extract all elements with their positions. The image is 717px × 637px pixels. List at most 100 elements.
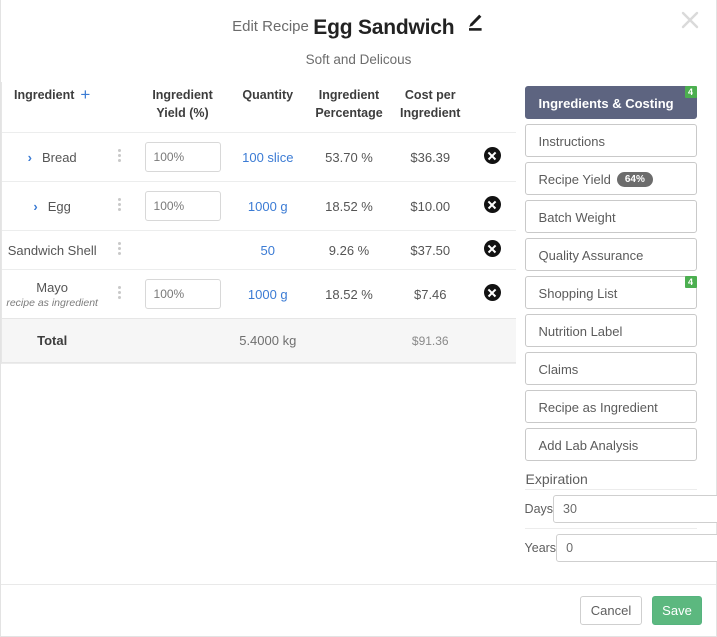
table-row: › Egg 1000 g 18.52 %$10.00 [2,181,516,231]
ingredient-yield-cell [136,181,229,231]
total-quantity: 5.4000 kg [228,318,307,364]
save-button[interactable]: Save [652,596,702,625]
side-panel: Ingredients & Costing 4 Instructions Recipe… [516,82,717,567]
table-body: › Bread 100 slice 53.70 %$36.39 › Egg 1000 g 18… [2,132,516,319]
ingredient-yield-input[interactable] [144,191,221,222]
chevron-right-icon[interactable]: › [28,150,32,165]
column-header-yield: Ingredient Yield (%) [136,82,228,133]
delete-row-icon[interactable] [483,147,501,165]
expiration-title: Expiration [525,471,588,487]
side-panel-item-quality-assurance[interactable]: Quality Assurance [524,238,697,271]
cost-per-ingredient: $7.46 [391,269,470,319]
delete-cell [469,132,516,182]
ingredient-name: Mayo [36,279,69,295]
delete-cell [469,181,516,231]
close-icon[interactable] [672,2,708,38]
column-header-percentage: Ingredient Percentage [307,82,391,133]
side-panel-item-instructions[interactable]: Instructions [524,124,697,157]
total-row: Total 5.4000 kg $91.36 [2,318,516,364]
ingredient-yield-cell [136,269,229,319]
side-panel-item-ingredients-costing[interactable]: Ingredients & Costing 4 [524,86,697,119]
ingredient-name-cell: Sandwich Shell [2,230,103,270]
row-handle-cell [102,181,137,231]
ingredient-name: Sandwich Shell [7,242,97,258]
expiration-days-input[interactable] [553,495,717,523]
ingredient-percentage: 18.52 % [306,269,392,319]
drag-handle-icon[interactable] [117,284,121,301]
table-total-body: Total 5.4000 kg $91.36 [2,318,516,364]
modal-body: Ingredient + Ingredient Yield (%) Quantit… [1,82,717,567]
expiration-years-row: Years [524,528,717,567]
ingredient-percentage: 9.26 % [306,230,392,270]
column-label-pct-line2: Percentage [315,106,383,121]
column-header-delete [469,82,515,133]
recipe-name: Egg Sandwich [313,16,455,39]
delete-row-icon[interactable] [483,284,501,302]
drag-handle-icon[interactable] [117,196,121,213]
column-header-handle [102,82,136,133]
delete-row-icon[interactable] [483,240,501,258]
add-ingredient-icon[interactable]: + [80,86,90,103]
quantity-cell: 1000 g [228,181,307,231]
side-panel-item-claims[interactable]: Claims [524,352,697,385]
expiration-days-label: Days [524,502,554,516]
cancel-button[interactable]: Cancel [580,596,642,625]
side-panel-item-label: Instructions [538,134,606,149]
side-panel-item-recipe-as-ingredient[interactable]: Recipe as Ingredient [524,390,697,423]
column-label-yield-line1: Ingredient [152,88,213,102]
side-panel-item-nutrition-label[interactable]: Nutrition Label [524,314,697,347]
side-panel-buttons: Ingredients & Costing 4 Instructions Recipe… [524,86,716,461]
recipe-yield-pill: 64% [616,172,653,187]
total-cost: $91.36 [391,318,470,364]
total-handle-cell [102,318,137,364]
total-percentage-cell [306,318,392,364]
column-label-yield-line2: Yield (%) [156,106,209,121]
quantity-link[interactable]: 100 slice [242,150,293,165]
ingredient-name-cell: Mayo recipe as ingredient [2,269,103,319]
expiration-days-row: Days [524,489,717,528]
quantity-link[interactable]: 1000 g [248,287,288,302]
side-panel-item-label: Recipe Yield [538,172,611,187]
table-row: Mayorecipe as ingredient 1000 g 18.52 %$7.… [2,269,516,319]
ingredient-yield-input[interactable] [144,142,221,173]
expiration-years-label: Years [524,541,557,555]
column-label-pct-line1: Ingredient [318,88,380,102]
column-label-cost-line2: Ingredient [400,106,461,121]
ingredient-yield-cell [136,132,229,182]
quantity-cell: 100 slice [228,132,307,182]
side-panel-item-shopping-list[interactable]: Shopping List 4 [524,276,697,309]
quantity-link[interactable]: 1000 g [248,199,288,214]
quantity-cell: 1000 g [228,269,307,319]
row-handle-cell [102,230,137,270]
modal-header: Edit Recipe Egg Sandwich Soft and Delico… [1,0,716,82]
total-yield-cell [136,318,229,364]
delete-row-icon[interactable] [483,196,501,214]
title-prefix: Edit Recipe [232,18,309,35]
side-panel-item-recipe-yield[interactable]: Recipe Yield 64% [524,162,697,195]
table-header: Ingredient + Ingredient Yield (%) Quantit… [2,82,516,133]
table-row: Sandwich Shell 50 9.26 % $37.50 [2,230,516,270]
cost-per-ingredient: $37.50 [391,230,470,270]
expiration-years-input[interactable] [556,534,717,562]
side-panel-item-batch-weight[interactable]: Batch Weight [524,200,697,233]
chevron-right-icon[interactable]: › [33,199,37,214]
side-panel-item-label: Batch Weight [538,210,616,225]
row-handle-cell [102,132,137,182]
delete-cell [469,230,516,270]
drag-handle-icon[interactable] [117,147,121,164]
pencil-icon[interactable] [465,12,485,36]
column-label-cost-line1: Cost per [404,88,456,102]
column-header-cost: Cost per Ingredient [391,82,469,133]
drag-handle-icon[interactable] [117,240,121,257]
side-panel-item-add-lab-analysis[interactable]: Add Lab Analysis [524,428,697,461]
quantity-link[interactable]: 50 [261,243,275,258]
cost-per-ingredient: $36.39 [391,132,470,182]
side-panel-item-label: Add Lab Analysis [538,438,639,453]
table-row: › Bread 100 slice 53.70 %$36.39 [2,132,516,182]
ingredient-name: Egg [47,198,71,214]
edit-recipe-modal: Edit Recipe Egg Sandwich Soft and Delico… [0,0,717,637]
ingredients-table-panel: Ingredient + Ingredient Yield (%) Quantit… [1,82,516,365]
ingredient-yield-input[interactable] [144,279,221,310]
column-header-quantity: Quantity [242,88,294,102]
ingredient-name: Bread [41,149,77,165]
